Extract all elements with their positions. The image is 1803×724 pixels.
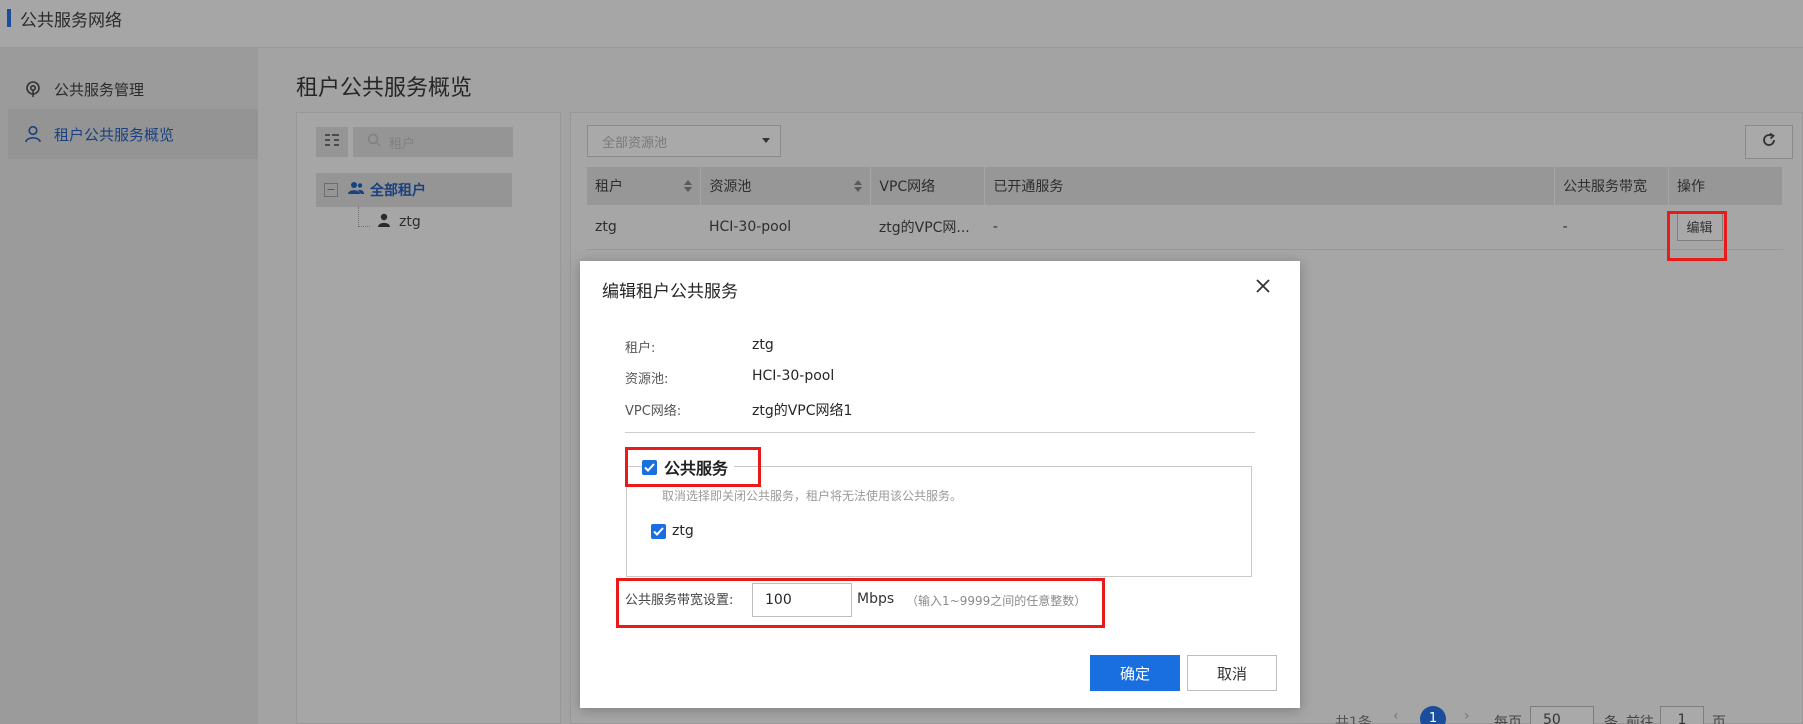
column-header-pool[interactable]: 资源池	[700, 167, 872, 205]
field-vpc: VPC网络: ztg的VPC网络1	[625, 400, 852, 419]
service-icon	[24, 80, 42, 98]
column-header-tenant[interactable]: 租户	[587, 167, 702, 205]
pager-goto-input[interactable]: 1	[1660, 706, 1704, 724]
divider	[625, 432, 1255, 433]
checkbox-checked-icon[interactable]	[651, 523, 666, 539]
sub-service-label: ztg	[672, 523, 694, 539]
tree-list-icon	[324, 133, 340, 151]
field-label: 资源池:	[625, 372, 669, 387]
sidebar: 公共服务管理 租户公共服务概览	[0, 48, 258, 724]
refresh-button[interactable]	[1745, 125, 1793, 159]
cancel-button[interactable]: 取消	[1187, 655, 1277, 691]
cell-tenant: ztg	[587, 205, 701, 250]
tree-child-label: ztg	[399, 214, 421, 230]
confirm-button[interactable]: 确定	[1090, 655, 1180, 691]
sub-service-checkbox[interactable]: ztg	[651, 523, 694, 539]
field-label: 租户:	[625, 341, 656, 356]
column-header-action: 操作	[1668, 167, 1783, 205]
sidebar-item-tenant-overview[interactable]: 租户公共服务概览	[8, 109, 258, 159]
sidebar-item-service-management[interactable]: 公共服务管理	[8, 64, 258, 114]
sidebar-item-label: 租户公共服务概览	[54, 125, 175, 144]
field-label: VPC网络:	[625, 404, 682, 419]
sort-icon[interactable]	[684, 180, 693, 192]
table-row: ztg HCI-30-pool ztg的VPC网... - - 编辑	[587, 205, 1783, 250]
tenant-table: 租户 资源池 VPC网络 已开通服务 公共服务带宽 操作 ztg HCI-30-…	[587, 167, 1783, 250]
search-placeholder: 租户	[389, 136, 416, 152]
user-icon	[24, 125, 42, 143]
close-icon[interactable]	[1252, 275, 1274, 297]
chevron-down-icon	[762, 138, 770, 143]
field-value: ztg	[752, 337, 774, 353]
tree-search-input[interactable]: 租户	[353, 127, 513, 157]
service-checkbox-highlight	[625, 447, 761, 487]
column-header-services: 已开通服务	[984, 167, 1556, 205]
service-hint: 取消选择即关闭公共服务，租户将无法使用该公共服务。	[662, 489, 963, 503]
bandwidth-highlight	[616, 578, 1105, 628]
tree-node-all-tenants[interactable]: − 全部租户	[316, 173, 512, 207]
cell-bandwidth: -	[1554, 205, 1669, 250]
search-icon	[367, 133, 381, 151]
app-header: 公共服务网络	[0, 0, 1803, 48]
field-pool: 资源池: HCI-30-pool	[625, 368, 834, 387]
page-title: 租户公共服务概览	[296, 76, 473, 101]
tree-root-label: 全部租户	[370, 183, 426, 199]
pager-prev-icon[interactable]: ‹	[1393, 708, 1399, 724]
app-title: 公共服务网络	[20, 11, 122, 31]
pager-unit: 条	[1604, 715, 1618, 724]
sidebar-item-label: 公共服务管理	[54, 80, 145, 99]
pager-per-page-label: 每页	[1494, 715, 1522, 724]
pager-total: 共1条	[1335, 715, 1372, 724]
cell-vpc: ztg的VPC网...	[870, 205, 985, 250]
tenant-tree-panel: 租户 − 全部租户 ztg	[296, 112, 561, 724]
tree-toggle-button[interactable]	[316, 127, 348, 157]
tree-node-ztg[interactable]: ztg	[377, 213, 421, 231]
cell-pool: HCI-30-pool	[700, 205, 871, 250]
pager-page-unit: 页	[1712, 715, 1726, 724]
group-users-icon	[348, 181, 364, 199]
edit-button-highlight	[1667, 211, 1727, 261]
title-accent-bar	[7, 9, 11, 27]
column-header-bandwidth: 公共服务带宽	[1554, 167, 1669, 205]
refresh-icon	[1761, 132, 1777, 152]
dialog-title: 编辑租户公共服务	[602, 282, 738, 302]
pager-per-page-select[interactable]: 50	[1530, 706, 1594, 724]
pool-select-placeholder: 全部资源池	[602, 135, 668, 151]
pool-select[interactable]: 全部资源池	[587, 125, 781, 157]
pager-goto-label: 前往	[1626, 715, 1654, 724]
column-header-vpc: VPC网络	[870, 167, 986, 205]
sort-icon[interactable]	[854, 180, 863, 192]
field-value: HCI-30-pool	[752, 368, 835, 384]
pager-next-icon[interactable]: ›	[1464, 708, 1470, 724]
tree-connector	[358, 207, 370, 227]
user-icon	[377, 213, 391, 231]
collapse-icon[interactable]: −	[324, 183, 338, 197]
field-value: ztg的VPC网络1	[752, 403, 853, 419]
field-tenant: 租户: ztg	[625, 337, 774, 356]
cell-services: -	[984, 205, 1555, 250]
